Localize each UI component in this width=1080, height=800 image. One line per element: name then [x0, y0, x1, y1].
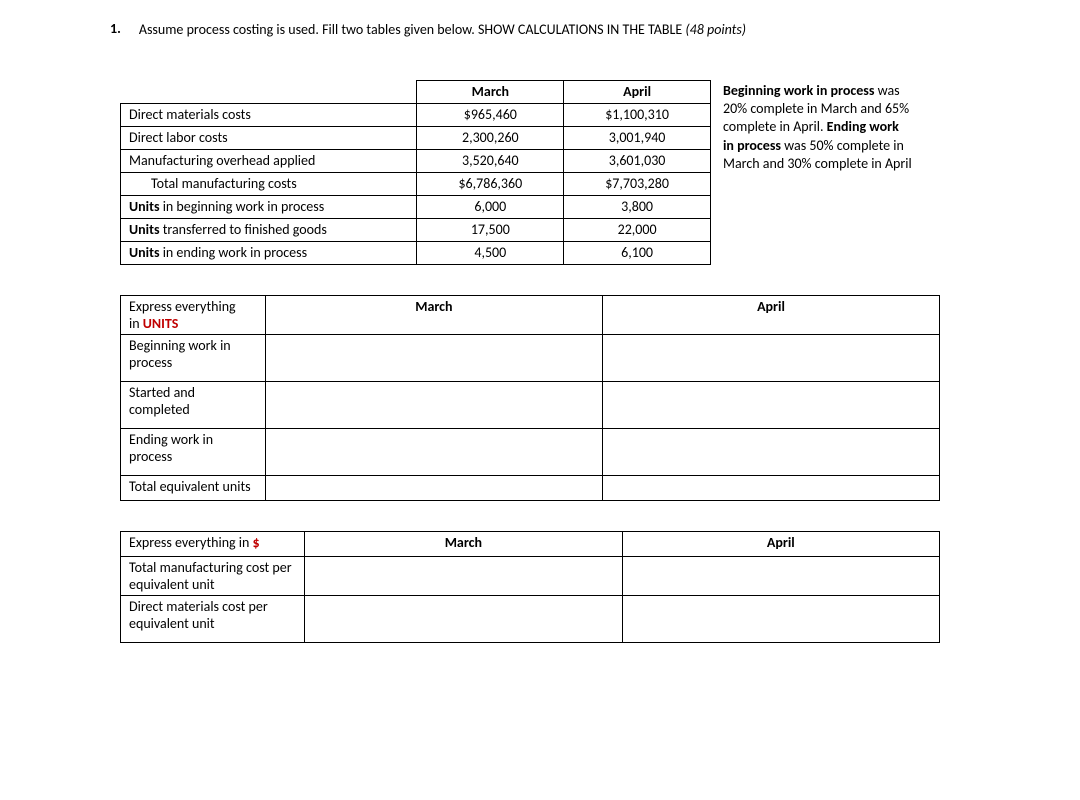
table-row: Started and completed	[121, 381, 940, 428]
col-header-march: March	[305, 531, 623, 556]
row-label: Beginning work in process	[121, 334, 266, 381]
question-number: 1.	[110, 20, 121, 40]
units-rest: in beginning work in process	[160, 198, 325, 215]
cell-march[interactable]	[305, 595, 623, 642]
cell-april: 22,000	[564, 218, 711, 241]
units-prefix: Units	[129, 244, 160, 261]
table-row: Total manufacturing cost per equivalent …	[121, 556, 940, 595]
note-l3a: complete in April.	[723, 118, 827, 135]
cell-march[interactable]	[305, 556, 623, 595]
units-table: Express everything in UNITS March April …	[120, 295, 940, 501]
row-label: Direct materials cost per equivalent uni…	[121, 595, 305, 642]
cell-label: Units transferred to finished goods	[121, 218, 417, 241]
col-header-april: April	[603, 295, 940, 334]
cost-data-table: March April Beginning work in process wa…	[120, 80, 1000, 265]
cell-label: Units in beginning work in process	[121, 195, 417, 218]
cell-april: 6,100	[564, 241, 711, 264]
dollar-table: Express everything in $ March April Tota…	[120, 531, 940, 643]
cell-april[interactable]	[603, 428, 940, 475]
units-header-l2a: in	[129, 315, 143, 332]
cell-april: $7,703,280	[564, 172, 711, 195]
units-header-cell: Express everything in UNITS	[121, 295, 266, 334]
cell-april: 3,001,940	[564, 126, 711, 149]
cell-label: Total manufacturing costs	[121, 172, 417, 195]
question-points: (48 points)	[685, 21, 746, 38]
table-row: Ending work in process	[121, 428, 940, 475]
units-prefix: Units	[129, 221, 160, 238]
question-block: 1. Assume process costing is used. Fill …	[110, 20, 1020, 40]
note-l4b: was 50% complete in	[784, 137, 904, 154]
table-row: Direct materials cost per equivalent uni…	[121, 595, 940, 642]
note-l2: 20% complete in March and 65%	[723, 100, 909, 117]
dollar-header-cell: Express everything in $	[121, 531, 305, 556]
cell-april: 3,800	[564, 195, 711, 218]
row-label: Total manufacturing cost per equivalent …	[121, 556, 305, 595]
dollar-sign: $	[253, 534, 260, 551]
units-header-l2b: UNITS	[143, 315, 179, 332]
cell-april: $1,100,310	[564, 103, 711, 126]
note-l1a: Beginning work in process	[723, 82, 878, 99]
cell-march[interactable]	[265, 334, 602, 381]
table-row: Beginning work in process	[121, 334, 940, 381]
cell-label: Manufacturing overhead applied	[121, 149, 417, 172]
note-l4a: in process	[723, 137, 784, 154]
cell-april: 3,601,030	[564, 149, 711, 172]
units-prefix: Units	[129, 198, 160, 215]
cell-march: 6,000	[417, 195, 564, 218]
row-label: Ending work in process	[121, 428, 266, 475]
note-l3b: Ending work	[827, 118, 899, 135]
cell-label: Direct materials costs	[121, 103, 417, 126]
cell-april[interactable]	[622, 595, 939, 642]
col-header-april: April	[622, 531, 939, 556]
col-header-march: March	[265, 295, 602, 334]
cell-march: 4,500	[417, 241, 564, 264]
question-text: Assume process costing is used. Fill two…	[139, 20, 746, 40]
col-header-march: March	[417, 80, 564, 103]
question-text-main: Assume process costing is used. Fill two…	[139, 21, 686, 38]
cell-march: 17,500	[417, 218, 564, 241]
row-label: Started and completed	[121, 381, 266, 428]
cell-april[interactable]	[603, 475, 940, 500]
dollar-header-text: Express everything in	[129, 534, 253, 551]
note-l5: March and 30% complete in April	[723, 155, 912, 172]
row-label: Total equivalent units	[121, 475, 266, 500]
units-rest: in ending work in process	[160, 244, 308, 261]
cell-march: 2,300,260	[417, 126, 564, 149]
note-cell: Beginning work in process was 20% comple…	[710, 80, 1000, 264]
cell-march[interactable]	[265, 475, 602, 500]
cell-march[interactable]	[265, 428, 602, 475]
cell-april[interactable]	[603, 381, 940, 428]
cell-label: Units in ending work in process	[121, 241, 417, 264]
cell-march: $6,786,360	[417, 172, 564, 195]
cell-march: $965,460	[417, 103, 564, 126]
cell-april[interactable]	[603, 334, 940, 381]
units-rest: transferred to finished goods	[160, 221, 327, 238]
col-header-april: April	[564, 80, 711, 103]
units-header-l1: Express everything	[129, 298, 236, 315]
table-row: Total equivalent units	[121, 475, 940, 500]
cell-march[interactable]	[265, 381, 602, 428]
cell-april[interactable]	[622, 556, 939, 595]
cell-label: Direct labor costs	[121, 126, 417, 149]
cell-march: 3,520,640	[417, 149, 564, 172]
note-l1b: was	[878, 82, 900, 99]
